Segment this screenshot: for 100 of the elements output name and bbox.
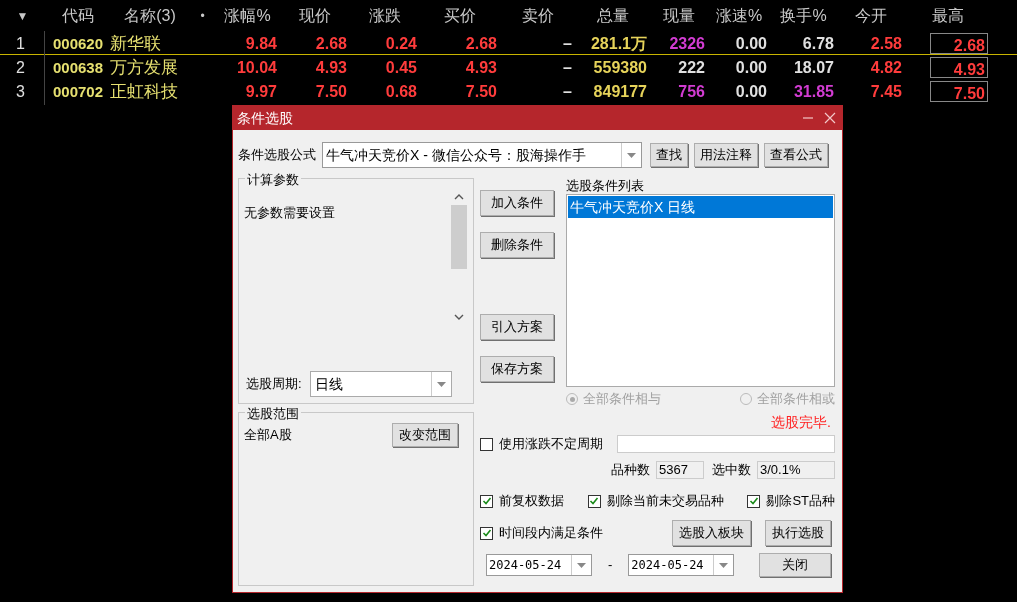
stock-code: 000638 bbox=[53, 58, 104, 76]
table-cell-text: 0.68 bbox=[385, 81, 417, 102]
table-cell-text: 2.68 bbox=[465, 33, 497, 54]
column-header[interactable]: 总量 bbox=[596, 3, 629, 28]
column-header[interactable]: 今开 bbox=[855, 3, 887, 28]
table-cell-text: 7.45 bbox=[870, 81, 902, 102]
table-cell-text: 756 bbox=[678, 81, 705, 102]
checkbox[interactable] bbox=[587, 494, 601, 508]
checkbox-label: 使用涨跌不定周期 bbox=[499, 435, 603, 454]
table-cell-text: 0.00 bbox=[735, 57, 767, 78]
date-picker[interactable]: 2024-05-24 bbox=[486, 554, 592, 576]
button[interactable]: 选股入板块 bbox=[672, 520, 751, 546]
parameter-text: 无参数需要设置 bbox=[244, 204, 336, 222]
button[interactable]: 改变范围 bbox=[392, 423, 458, 447]
input-field[interactable] bbox=[617, 435, 835, 453]
table-cell-text: 9.97 bbox=[245, 81, 277, 102]
table-cell-text: 0.24 bbox=[385, 33, 417, 54]
table-row[interactable]: 2 000638 万方发展 10.04 4.93 0.45 4.93 – 559380 222 0.00 18.07 4.82 4.93 bbox=[0, 55, 1017, 79]
button[interactable]: 查看公式 bbox=[764, 143, 828, 167]
date-picker[interactable]: 2024-05-24 bbox=[628, 554, 735, 576]
button[interactable]: 查找 bbox=[650, 143, 688, 167]
column-header[interactable]: • bbox=[200, 6, 205, 25]
table-cell-text: 559380 bbox=[593, 57, 647, 78]
close-icon[interactable] bbox=[824, 112, 836, 124]
stock-code: 000702 bbox=[53, 82, 104, 100]
table-cell-text: – bbox=[563, 57, 572, 78]
button[interactable]: 保存方案 bbox=[480, 356, 554, 382]
row-number: 2 bbox=[16, 57, 25, 78]
table-cell-text: 4.93 bbox=[315, 57, 347, 78]
stock-name: 新华联 bbox=[110, 34, 161, 53]
column-header[interactable]: 现量 bbox=[663, 3, 695, 28]
table-cell-text: 4.93 bbox=[465, 57, 497, 78]
column-header[interactable]: 最高 bbox=[931, 3, 964, 28]
readonly-field: 3/0.1% bbox=[757, 461, 835, 479]
checkbox[interactable] bbox=[480, 437, 493, 451]
row-number: 3 bbox=[16, 81, 25, 102]
table-cell-text: 0.45 bbox=[385, 57, 417, 78]
table-cell-text: 2.68 bbox=[315, 33, 347, 54]
table-cell-text: 2.58 bbox=[870, 33, 902, 54]
row-number: 1 bbox=[16, 33, 25, 54]
list-item[interactable]: 牛气冲天竞价X 日线 bbox=[568, 196, 833, 218]
column-header[interactable]: 名称(3) bbox=[124, 3, 176, 28]
readonly-field: 5367 bbox=[656, 461, 704, 479]
table-cell-text: 7.50 bbox=[465, 81, 497, 102]
selected-row[interactable]: 1 000620 新华联 9.84 2.68 0.24 2.68 – 281.1万 2326 0.00 6.78 2.58 2.68 bbox=[0, 31, 1017, 55]
column-header[interactable]: 现价 bbox=[299, 3, 331, 28]
formula-dropdown[interactable]: 牛气冲天竞价X - 微信公众号：股海操作手 bbox=[322, 142, 642, 168]
checkbox[interactable] bbox=[747, 494, 761, 508]
checkbox-label: 剔除ST品种 bbox=[766, 492, 835, 511]
table-cell-text: 18.07 bbox=[793, 57, 834, 78]
table-cell: 2.68 bbox=[930, 33, 988, 55]
table-cell: 7.50 bbox=[930, 81, 988, 103]
column-header[interactable]: 卖价 bbox=[521, 3, 554, 28]
date-separator: - bbox=[608, 556, 613, 575]
scrollbar-thumb[interactable] bbox=[451, 205, 467, 269]
checkbox[interactable] bbox=[480, 526, 493, 540]
stock-code: 000620 bbox=[53, 34, 104, 52]
table-cell-text: 4.82 bbox=[870, 57, 902, 78]
button[interactable]: 引入方案 bbox=[480, 314, 554, 340]
table-cell-text: 10.04 bbox=[236, 57, 277, 78]
period-dropdown[interactable]: 日线 bbox=[309, 371, 452, 397]
column-header[interactable]: 涨速% bbox=[715, 3, 763, 28]
table-cell-text: 281.1万 bbox=[590, 33, 647, 54]
button[interactable]: 用法注释 bbox=[694, 143, 758, 167]
column-header[interactable]: 买价 bbox=[444, 3, 476, 28]
field-label: 品种数 bbox=[611, 461, 650, 480]
button[interactable]: 关闭 bbox=[759, 553, 831, 577]
table-cell-text: 2326 bbox=[669, 33, 705, 54]
field-label: 条件选股公式 bbox=[238, 146, 316, 165]
button[interactable]: 删除条件 bbox=[480, 232, 554, 258]
checkbox[interactable] bbox=[480, 494, 493, 508]
table-cell-text: 849177 bbox=[593, 81, 647, 102]
table-cell-text: 0.00 bbox=[735, 33, 767, 54]
scroll-down-icon[interactable] bbox=[454, 313, 464, 321]
column-header[interactable]: 代码 bbox=[61, 3, 94, 28]
table-cell-text: 222 bbox=[678, 57, 705, 78]
field-label: 选股周期: bbox=[246, 375, 302, 394]
table-cell-text: 7.50 bbox=[315, 81, 347, 102]
button[interactable]: 执行选股 bbox=[765, 520, 831, 546]
window-title: 条件选股 bbox=[237, 108, 293, 128]
table-cell-text: 6.78 bbox=[802, 33, 834, 54]
stock-name: 正虹科技 bbox=[110, 82, 178, 101]
table-cell-text: – bbox=[563, 81, 572, 102]
stock-name: 万方发展 bbox=[110, 58, 178, 77]
table-cell: 4.93 bbox=[930, 57, 988, 79]
table-row[interactable]: 3 000702 正虹科技 9.97 7.50 0.68 7.50 – 849177 756 0.00 31.85 7.45 7.50 bbox=[0, 79, 1017, 103]
checkbox-label: 前复权数据 bbox=[499, 492, 564, 511]
scroll-up-icon[interactable] bbox=[454, 193, 464, 201]
sort-menu-icon[interactable]: ▼ bbox=[16, 6, 29, 25]
status-text: 选股完毕. bbox=[771, 412, 831, 432]
table-cell-text: 0.00 bbox=[735, 81, 767, 102]
range-text: 全部A股 bbox=[244, 426, 292, 445]
table-cell-text: – bbox=[563, 33, 572, 54]
column-header[interactable]: 涨幅% bbox=[224, 3, 271, 28]
column-header[interactable]: 换手% bbox=[780, 3, 827, 28]
table-cell-text: 31.85 bbox=[793, 81, 834, 102]
column-header[interactable]: 涨跌 bbox=[369, 3, 401, 28]
checkbox-label: 剔除当前未交易品种 bbox=[606, 492, 724, 511]
button[interactable]: 加入条件 bbox=[480, 190, 554, 216]
checkbox-label: 时间段内满足条件 bbox=[499, 524, 603, 543]
